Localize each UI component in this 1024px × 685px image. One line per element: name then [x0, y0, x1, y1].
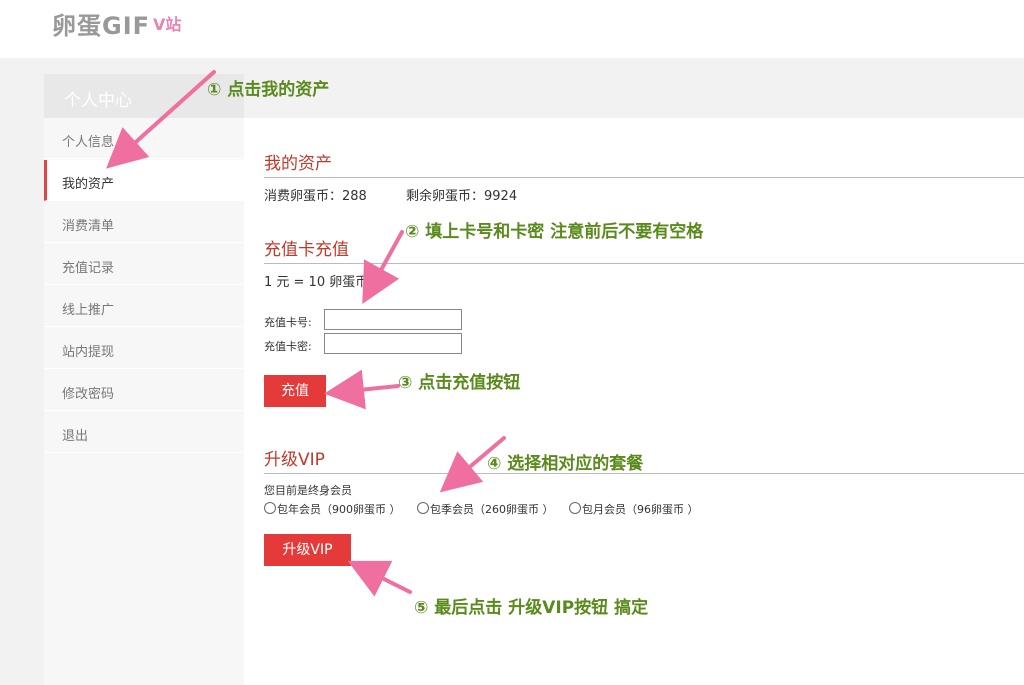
sidebar-item-change-password[interactable]: 修改密码 — [44, 370, 244, 411]
sidebar-item-label: 个人信息 — [62, 135, 115, 150]
annotation-step4: ④ 选择相对应的套餐 — [487, 454, 644, 474]
sidebar-item-label: 修改密码 — [62, 387, 115, 402]
section-divider — [264, 263, 1024, 264]
annotation-step5: ⑤ 最后点击 升级VIP按钮 搞定 — [414, 598, 649, 618]
sidebar-item-profile[interactable]: 个人信息 — [44, 118, 244, 159]
vip-option-label: 包月会员（96卵蛋币 ） — [582, 503, 699, 516]
sidebar-item-label: 消费清单 — [62, 219, 115, 234]
vip-option-label: 包季会员（260卵蛋币 ） — [430, 503, 554, 516]
card-password-input[interactable] — [324, 333, 462, 354]
sidebar: 个人信息 我的资产 消费清单 充值记录 线上推广 站内提现 修改密码 退出 — [44, 118, 244, 685]
vip-option-quarterly[interactable]: 包季会员（260卵蛋币 ） — [417, 501, 554, 517]
vip-option-monthly[interactable]: 包月会员（96卵蛋币 ） — [569, 501, 699, 517]
exchange-rate: 1 元 = 10 卵蛋币 — [264, 275, 369, 290]
vip-title: 升级VIP — [264, 450, 325, 470]
annotation-step1: ① 点击我的资产 — [207, 80, 330, 100]
site-logo-sub: V站 — [153, 15, 182, 34]
sidebar-item-promotion[interactable]: 线上推广 — [44, 286, 244, 327]
sidebar-item-label: 我的资产 — [62, 177, 115, 192]
card-number-input[interactable] — [324, 309, 462, 330]
annotation-step2: ② 填上卡号和卡密 注意前后不要有空格 — [405, 222, 704, 242]
recharge-button[interactable]: 充值 — [264, 375, 326, 407]
vip-option-yearly[interactable]: 包年会员（900卵蛋币 ） — [264, 501, 401, 517]
sidebar-item-logout[interactable]: 退出 — [44, 412, 244, 453]
radio-button[interactable] — [417, 502, 429, 514]
card-number-label: 充值卡号: — [264, 316, 312, 329]
section-divider — [264, 177, 1024, 178]
sidebar-item-recharge-records[interactable]: 充值记录 — [44, 244, 244, 285]
site-logo[interactable]: 卵蛋GIF — [52, 6, 150, 41]
sidebar-item-label: 充值记录 — [62, 261, 115, 276]
vip-option-label: 包年会员（900卵蛋币 ） — [277, 503, 401, 516]
radio-button[interactable] — [264, 502, 276, 514]
annotation-step3: ③ 点击充值按钮 — [398, 373, 521, 393]
radio-button[interactable] — [569, 502, 581, 514]
sidebar-title: 个人中心 — [64, 91, 132, 111]
assets-title: 我的资产 — [264, 154, 332, 174]
sidebar-item-spending-list[interactable]: 消费清单 — [44, 202, 244, 243]
section-divider — [264, 473, 1024, 474]
upgrade-vip-button[interactable]: 升级VIP — [264, 534, 351, 566]
member-status: 您目前是终身会员 — [264, 484, 352, 497]
remaining-coins: 剩余卵蛋币：9924 — [406, 189, 518, 204]
sidebar-item-withdraw[interactable]: 站内提现 — [44, 328, 244, 369]
sidebar-item-label: 站内提现 — [62, 345, 115, 360]
sidebar-item-my-assets[interactable]: 我的资产 — [44, 160, 244, 201]
recharge-title: 充值卡充值 — [264, 240, 349, 260]
sidebar-item-label: 线上推广 — [62, 303, 115, 318]
top-header: 卵蛋GIF V站 — [0, 0, 1024, 58]
card-password-label: 充值卡密: — [264, 340, 312, 353]
sidebar-item-label: 退出 — [62, 429, 89, 444]
spent-coins: 消费卵蛋币：288 — [264, 189, 367, 204]
